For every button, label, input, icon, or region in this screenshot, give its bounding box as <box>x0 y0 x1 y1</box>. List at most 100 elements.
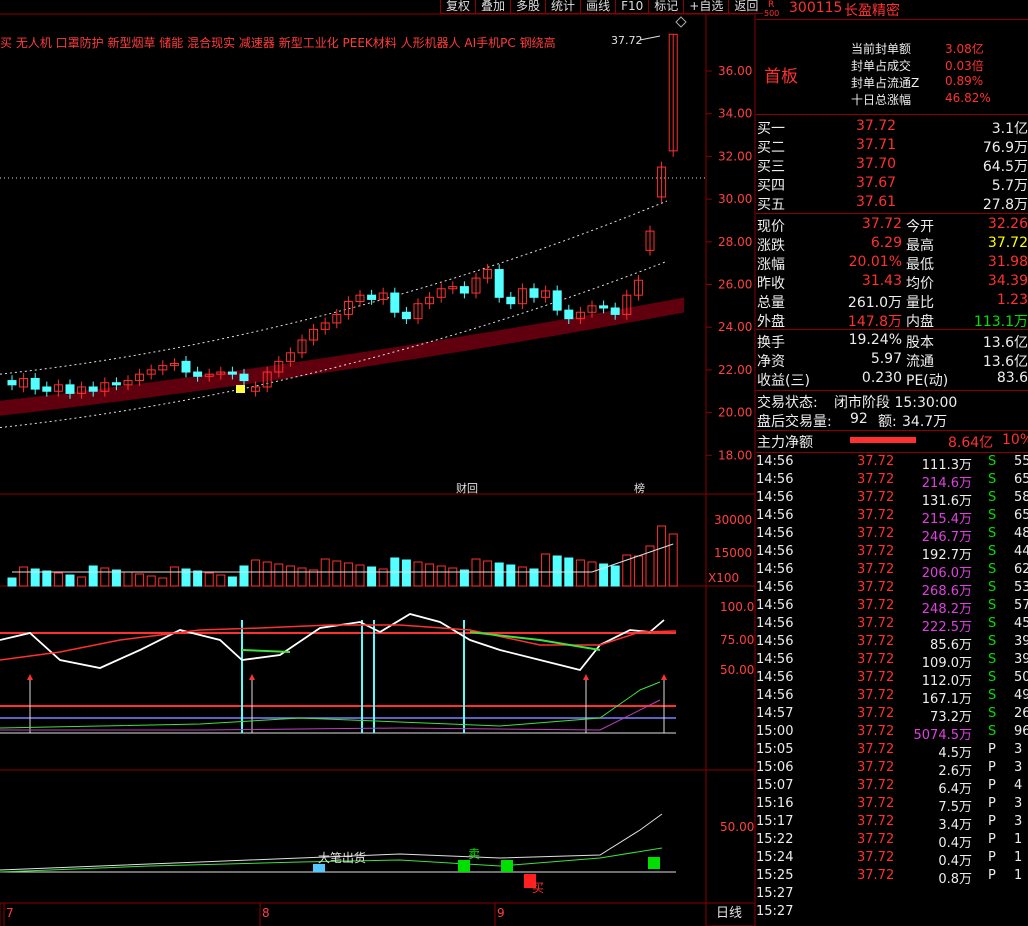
board-label: 首板 <box>764 67 798 87</box>
tick-count: 62 <box>1014 562 1028 577</box>
volume-bar <box>216 574 226 587</box>
volume-bar <box>610 565 620 587</box>
seal-value: 46.82% <box>945 91 991 105</box>
bid-label: 买二 <box>757 140 785 156</box>
tick-time: 14:56 <box>756 544 794 559</box>
tick-count: 53 <box>1014 580 1028 595</box>
date-label: 8 <box>262 906 270 920</box>
tick-count: 961 <box>1014 724 1028 739</box>
tick-time: 14:56 <box>756 634 794 649</box>
stat-value: 31.43 <box>861 273 902 289</box>
candle <box>65 384 75 394</box>
up-arrow-icon <box>583 674 589 680</box>
candle <box>227 371 237 375</box>
tick-count: 3 <box>1014 742 1023 757</box>
trade-state: 闭市阶段 15:30:00 <box>834 395 958 411</box>
high-marker-line <box>639 35 661 41</box>
bid-volume: 3.1亿 <box>991 121 1028 137</box>
tick-time: 15:27 <box>756 904 794 919</box>
price-tick: 22.00 <box>718 363 752 377</box>
price-tick: 26.00 <box>718 278 752 292</box>
toolbar-btn-4[interactable]: 画线 <box>580 0 616 14</box>
volume-bar <box>668 533 678 587</box>
volume-bar <box>7 577 17 587</box>
tick-price: 37.72 <box>857 724 895 739</box>
tick-row: 14:56 37.72 215.4万 S 65 <box>756 508 1028 527</box>
annot-label: 大笔出货 <box>318 850 366 865</box>
stat-label: PE(动) <box>906 373 949 389</box>
price-tick: 24.00 <box>718 320 752 334</box>
candle <box>88 386 98 392</box>
main-net-pct: 10% <box>1002 432 1028 448</box>
tick-volume: 246.7万 <box>921 530 972 545</box>
tick-count: 44 <box>1014 544 1028 559</box>
tick-flag: S <box>988 724 997 739</box>
toolbar-btn-5[interactable]: F10 <box>615 0 649 14</box>
volume-bar <box>401 559 411 587</box>
tick-price: 37.72 <box>857 742 895 757</box>
toolbar-btn-6[interactable]: 标记 <box>648 0 684 14</box>
volume-bar <box>575 559 585 587</box>
stat-value: 261.0万 <box>847 295 902 311</box>
price-tick: 32.00 <box>718 149 752 163</box>
volume-bar <box>169 566 179 587</box>
tick-row: 15:00 37.72 5074.5万 S 961 <box>756 724 1028 743</box>
tick-flag: P <box>988 868 996 883</box>
volume-bar <box>436 565 446 587</box>
toolbar-btn-7[interactable]: +自选 <box>683 0 729 14</box>
candle <box>494 269 504 298</box>
volume-bar <box>483 560 493 587</box>
stat-label: 最高 <box>906 238 934 254</box>
tick-count: 3 <box>1014 760 1023 775</box>
volume-unit: X100 <box>708 571 739 585</box>
tick-flag: S <box>988 688 997 703</box>
toolbar-btn-0[interactable]: 复权 <box>440 0 476 14</box>
volume-tick: 15000 <box>714 546 752 560</box>
tick-time: 15:05 <box>756 742 794 757</box>
tick-row: 14:56 37.72 246.7万 S 48 <box>756 526 1028 545</box>
volume-bar <box>239 565 249 587</box>
tick-volume: 111.3万 <box>921 458 972 473</box>
ind2-marker <box>313 864 325 872</box>
seal-value: 0.89% <box>945 74 984 88</box>
tick-count: 4 <box>1014 778 1023 793</box>
bid-price: 37.67 <box>856 175 897 191</box>
volume-bar <box>227 576 237 587</box>
toolbar-btn-3[interactable]: 统计 <box>545 0 581 14</box>
period-label: 日线 <box>716 906 742 921</box>
stat-value: 37.72 <box>987 235 1028 251</box>
tick-row: 15:06 37.72 2.6万 P 3 <box>756 760 1028 779</box>
tick-flag: S <box>988 526 997 541</box>
tick-time: 14:56 <box>756 670 794 685</box>
stat-value: 6.29 <box>870 235 902 251</box>
volume-bar <box>355 564 365 587</box>
stat-label: 流通 <box>906 354 934 370</box>
volume-bar <box>343 562 353 587</box>
volume-bar <box>425 563 435 587</box>
toolbar-btn-1[interactable]: 叠加 <box>475 0 511 14</box>
tick-time: 14:56 <box>756 580 794 595</box>
stat-value: 19.24% <box>848 332 902 348</box>
toolbar-btn-2[interactable]: 多股 <box>510 0 546 14</box>
candle <box>506 296 516 305</box>
tick-row: 15:27 <box>756 904 1028 922</box>
tick-flag: S <box>988 634 997 649</box>
volume-bar <box>517 566 527 587</box>
tick-time: 14:56 <box>756 616 794 631</box>
volume-bar <box>274 563 284 587</box>
indicator-tick: 50.00 <box>720 663 754 677</box>
tick-price: 37.72 <box>857 598 895 613</box>
price-tick: 34.00 <box>718 107 752 121</box>
tick-time: 14:56 <box>756 526 794 541</box>
tick-price: 37.72 <box>857 526 895 541</box>
price-tick: 36.00 <box>718 64 752 78</box>
bid-price: 37.61 <box>856 194 897 210</box>
tick-volume: 222.5万 <box>921 620 972 635</box>
tick-row: 15:25 37.72 0.8万 P 1 <box>756 868 1028 887</box>
kline-chart[interactable]: 大笔出货 卖买 36.00 34.00 32.00 30.00 28.00 26.00 24.… <box>0 0 756 926</box>
tick-price: 37.72 <box>857 472 895 487</box>
seal-label: 十日总涨幅 <box>851 93 912 107</box>
tick-volume: 192.7万 <box>921 548 972 563</box>
stat-value: 31.98 <box>987 254 1028 270</box>
tick-row: 14:56 37.72 111.3万 S 55 <box>756 454 1028 473</box>
